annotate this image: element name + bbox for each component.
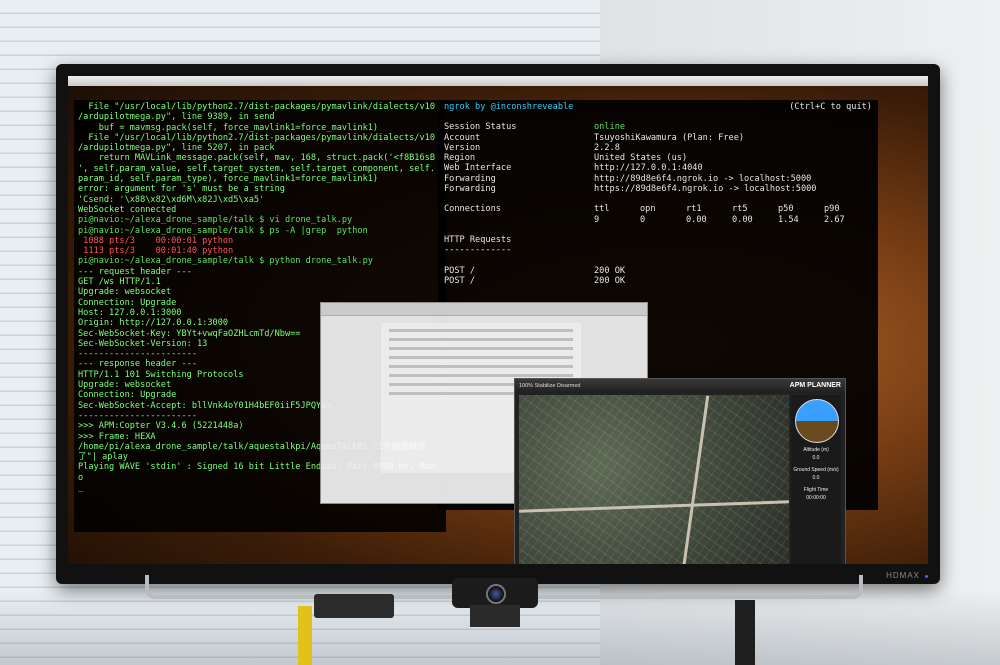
- terminal-line: error: argument for 's' must be a string: [78, 184, 285, 195]
- ngrok-status-row: Account TsuyoshiKawamura (Plan: Free): [444, 133, 872, 143]
- request-row: POST / 200 OK: [444, 276, 872, 286]
- ngrok-value: 2.2.8: [594, 142, 620, 153]
- ngrok-value: http://89d8e6f4.ngrok.io -> localhost:50…: [594, 173, 812, 184]
- terminal-line: 1113 pts/3 00:01:40 python: [78, 246, 234, 257]
- ngrok-key: Region: [444, 153, 476, 164]
- power-led-icon: [925, 575, 928, 578]
- webcam: [452, 578, 538, 608]
- attitude-indicator-icon: [795, 399, 839, 443]
- ngrok-value: https://89d8e6f4.ngrok.io -> localhost:5…: [594, 184, 817, 195]
- request-method: POST /: [444, 275, 476, 286]
- stat-value: 9: [594, 214, 600, 225]
- terminal-line: pi@navio:~/alexa_drone_sample/talk $ ps …: [78, 225, 368, 236]
- stat-header: rt5: [732, 204, 748, 215]
- terminal-line: --- request header ---: [78, 266, 192, 277]
- terminal-line: 1088 pts/3 00:00:01 python: [78, 235, 234, 246]
- terminal-line: ', self.param_value, self.target_system,…: [78, 163, 435, 174]
- ngrok-status-row: Forwarding https://89d8e6f4.ngrok.io -> l…: [444, 184, 872, 194]
- mac-menubar: [68, 76, 928, 86]
- stat-value: 0.00: [732, 214, 753, 225]
- ngrok-value: TsuyoshiKawamura (Plan: Free): [594, 132, 745, 143]
- terminal-line: 'Csend: '\x88\x82\xd6M\x82J\xd5\xa5': [78, 194, 265, 205]
- http-requests-rule: -------------: [444, 245, 512, 256]
- ngrok-status-row: Version 2.2.8: [444, 143, 872, 153]
- monitor: File "/usr/local/lib/python2.7/dist-pack…: [56, 64, 940, 584]
- terminal-line: return MAVLink_message.pack(self, mav, 1…: [78, 153, 435, 164]
- flight-status-text: 100% Stabilize Disarmed: [519, 383, 581, 389]
- terminal-line: buf = mavmsg.pack(self, force_mavlink1=f…: [78, 122, 379, 133]
- ground-station-window[interactable]: 100% Stabilize Disarmed APM PLANNER Alti…: [514, 378, 846, 564]
- terminal-line: File "/usr/local/lib/python2.7/dist-pack…: [78, 132, 435, 143]
- ngrok-stats-header: Connections ttl opn rt1 rt5 p50 p90: [444, 204, 872, 214]
- terminal-line: WebSocket connected: [78, 204, 177, 215]
- stat-header: opn: [640, 204, 656, 215]
- ngrok-key: Forwarding: [444, 173, 496, 184]
- altitude-value: 0.0: [812, 455, 820, 461]
- ngrok-status-row: Session Status online: [444, 122, 872, 132]
- ground-station-toolbar[interactable]: 100% Stabilize Disarmed APM PLANNER: [515, 379, 845, 393]
- map-road: [519, 500, 789, 513]
- stat-value: 1.54: [778, 214, 799, 225]
- stat-value: 0: [640, 214, 646, 225]
- ngrok-key: Session Status: [444, 122, 517, 133]
- terminal-line: Upgrade: websocket: [78, 287, 172, 298]
- request-status: 200 OK: [594, 265, 626, 276]
- map-road: [681, 395, 710, 564]
- request-row: POST / 200 OK: [444, 266, 872, 276]
- ngrok-status-row: Forwarding http://89d8e6f4.ngrok.io -> lo…: [444, 174, 872, 184]
- browser-toolbar[interactable]: [321, 303, 647, 316]
- ngrok-value: http://127.0.0.1:4040: [594, 163, 703, 174]
- ngrok-key: Forwarding: [444, 184, 496, 195]
- flight-time-label: Flight Time: [803, 487, 829, 493]
- ngrok-quit-hint: (Ctrl+C to quit): [789, 102, 872, 112]
- stat-value: 0.00: [686, 214, 707, 225]
- ngrok-stats-values: 9 0 0.00 0.00 1.54 2.67: [444, 215, 872, 225]
- satellite-map[interactable]: [519, 395, 789, 564]
- http-requests-title: HTTP Requests: [444, 234, 512, 245]
- ngrok-value: United States (us): [594, 153, 688, 164]
- stat-header: ttl: [594, 204, 610, 215]
- webcam-lens-icon: [486, 584, 506, 604]
- ngrok-key: Web Interface: [444, 163, 512, 174]
- terminal-line: File "/usr/local/lib/python2.7/dist-pack…: [78, 102, 435, 112]
- ngrok-key: Version: [444, 142, 481, 153]
- ngrok-status-row: Region United States (us): [444, 153, 872, 163]
- ground-speed-value: 0.0: [812, 475, 820, 481]
- connections-label: Connections: [444, 204, 501, 215]
- stand-clamp: [314, 594, 394, 618]
- ngrok-status-table: Session Status online Account TsuyoshiKawam…: [444, 122, 872, 194]
- altitude-label: Altitude (m): [803, 447, 829, 453]
- ngrok-key: Account: [444, 132, 481, 143]
- stat-header: p50: [778, 204, 794, 215]
- tripod-leg: [735, 600, 755, 665]
- terminal-line: GET /ws HTTP/1.1: [78, 277, 161, 288]
- terminal-line: pi@navio:~/alexa_drone_sample/talk $ vi …: [78, 215, 353, 226]
- flight-time-value: 00:00:00: [806, 495, 826, 501]
- terminal-line: /ardupilotmega.py", line 5207, in pack: [78, 143, 275, 154]
- ground-speed-label: Ground Speed (m/s): [793, 467, 839, 473]
- stat-header: p90: [824, 204, 840, 215]
- request-status: 200 OK: [594, 275, 626, 286]
- terminal-line: param_id, self.param_type), force_mavlin…: [78, 174, 379, 185]
- stat-header: rt1: [686, 204, 702, 215]
- terminal-line: /ardupilotmega.py", line 9389, in send: [78, 112, 275, 123]
- ngrok-value: online: [594, 122, 626, 133]
- webcam-mount: [470, 605, 520, 627]
- terminal-line: pi@navio:~/alexa_drone_sample/talk $ pyt…: [78, 256, 373, 267]
- ngrok-status-row: Web Interface http://127.0.0.1:4040: [444, 163, 872, 173]
- yellow-strap: [298, 606, 312, 665]
- apm-planner-logo: APM PLANNER: [789, 382, 841, 389]
- request-method: POST /: [444, 265, 476, 276]
- monitor-brand-logo: HDMAX: [886, 571, 920, 580]
- telemetry-panel: Altitude (m) 0.0 Ground Speed (m/s) 0.0 …: [791, 395, 841, 564]
- monitor-screen: File "/usr/local/lib/python2.7/dist-pack…: [68, 76, 928, 564]
- stat-value: 2.67: [824, 214, 845, 225]
